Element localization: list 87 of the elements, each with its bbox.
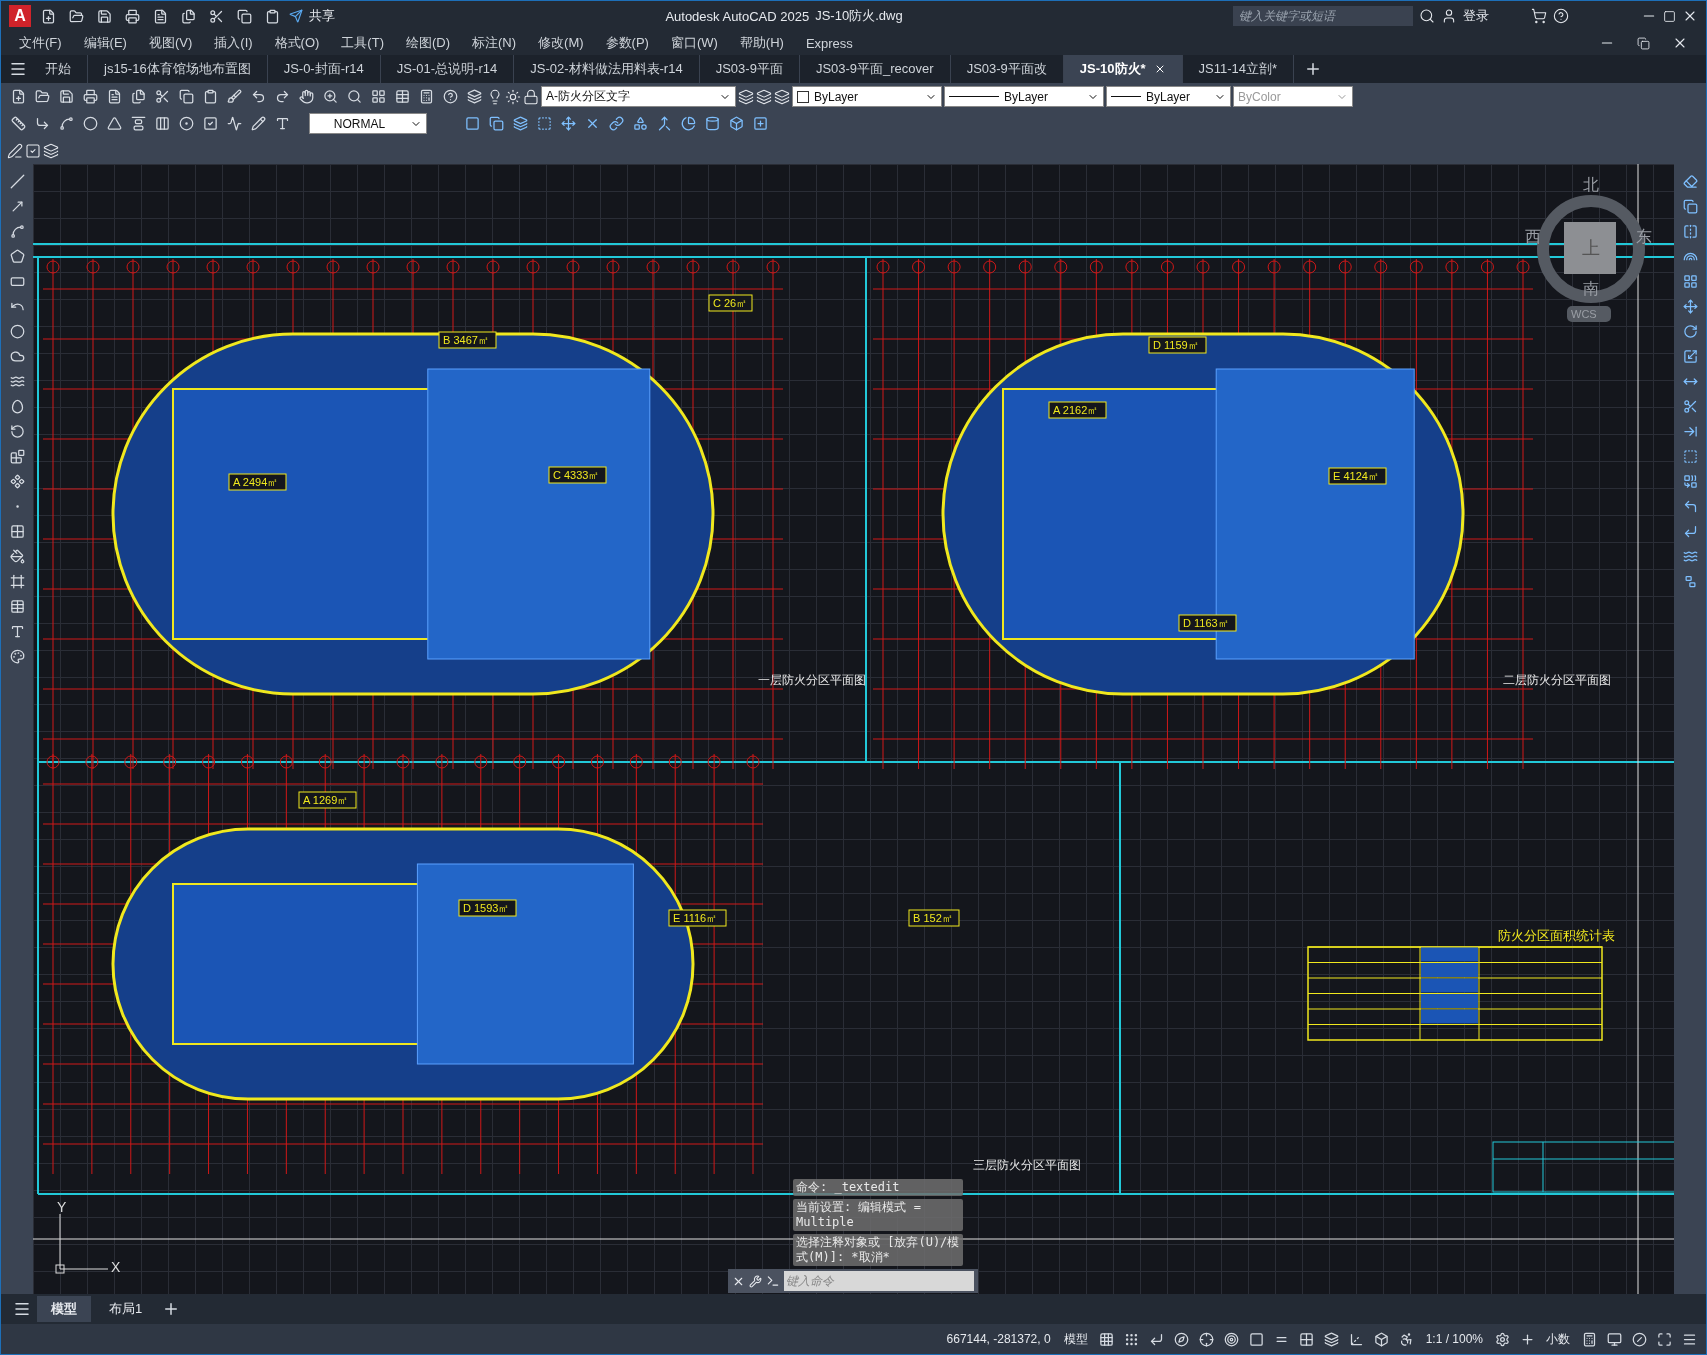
lock-icon[interactable] xyxy=(523,88,539,105)
ucs-axis-drawing xyxy=(55,1213,109,1274)
restore-icon[interactable] xyxy=(1637,36,1650,50)
axis-label: Y xyxy=(57,1199,67,1215)
area-label: B 152㎡ xyxy=(908,909,960,927)
compass-label: 上 xyxy=(1582,238,1600,258)
folder-icon xyxy=(68,8,84,24)
layout-tab[interactable]: 模型 xyxy=(37,1296,91,1322)
area-label: D 1159㎡ xyxy=(1148,336,1207,354)
sun-icon[interactable] xyxy=(505,88,521,105)
coordinates-readout: 667144, -281372, 0 xyxy=(945,1332,1052,1346)
cart-icon[interactable] xyxy=(1531,8,1547,24)
wrench-icon[interactable] xyxy=(749,1274,762,1288)
menu-icon xyxy=(9,60,27,78)
save-icon xyxy=(96,8,112,24)
user-icon[interactable] xyxy=(1441,8,1457,24)
terminal-icon[interactable] xyxy=(766,1274,780,1288)
area-label: A 2162㎡ xyxy=(1048,401,1107,419)
area-label: C 26㎡ xyxy=(708,294,753,312)
new-file-icon xyxy=(40,8,56,24)
lightbulb-icon[interactable] xyxy=(487,88,503,105)
menu-item[interactable]: 文件(F) xyxy=(19,34,62,52)
model-space-button[interactable]: 模型 xyxy=(1058,1330,1093,1348)
compass-label: 西 xyxy=(1525,228,1541,245)
search-field[interactable]: 键入关键字或短语 xyxy=(1233,6,1413,26)
file-name: JS-10防火.dwg xyxy=(815,7,903,25)
layout-tab[interactable]: 布局1 xyxy=(95,1296,157,1322)
menu-item[interactable]: Express xyxy=(805,35,853,51)
compass-label: 南 xyxy=(1583,280,1599,297)
annotation-scale[interactable]: 1:1 / 100% xyxy=(1420,1332,1488,1346)
area-label: D 1593㎡ xyxy=(458,899,517,917)
menu-item[interactable]: 工具(T) xyxy=(341,34,384,52)
pen-icon[interactable] xyxy=(7,142,23,159)
search-icon[interactable] xyxy=(1419,8,1435,24)
color-dropdown[interactable]: ByLayer xyxy=(792,86,942,107)
compass-label: 东 xyxy=(1636,228,1652,245)
menu-item[interactable]: 修改(M) xyxy=(538,34,584,52)
units-dropdown[interactable]: 小数 xyxy=(1541,1330,1575,1348)
check-icon[interactable] xyxy=(25,142,41,159)
share-link[interactable]: 共享 xyxy=(309,7,335,25)
axis-label: X xyxy=(111,1259,121,1275)
command-input[interactable]: 键入命令 xyxy=(784,1271,974,1291)
menu-item[interactable]: 参数(P) xyxy=(605,34,649,52)
wcs-button[interactable] xyxy=(1567,306,1611,322)
area-label: B 3467㎡ xyxy=(438,331,497,349)
files-icon xyxy=(180,8,196,24)
layer-state-icon[interactable] xyxy=(756,88,772,105)
lineweight-dropdown[interactable]: ByLayer xyxy=(1106,86,1231,107)
area-label: E 1116㎡ xyxy=(668,909,727,927)
printer-icon xyxy=(124,8,140,24)
menu-item[interactable]: 窗口(W) xyxy=(670,34,718,52)
document-tab[interactable]: JS-10防火* xyxy=(1063,55,1183,83)
cut-icon xyxy=(208,8,224,24)
compass-label: 北 xyxy=(1583,176,1599,193)
app-logo[interactable]: A xyxy=(9,5,31,27)
menu-item[interactable]: 编辑(E) xyxy=(83,34,127,52)
layer-match-icon[interactable] xyxy=(774,88,790,105)
table-title: 防火分区面积统计表 xyxy=(1498,928,1615,943)
text-style-dropdown[interactable]: NORMAL xyxy=(309,113,427,134)
area-label: A 1269㎡ xyxy=(298,791,357,809)
wcs-label: WCS xyxy=(1571,308,1597,320)
menu-item[interactable]: 标注(N) xyxy=(472,34,517,52)
layers-icon[interactable] xyxy=(738,88,754,105)
copy-icon xyxy=(236,8,252,24)
menu-item[interactable]: 格式(O) xyxy=(274,34,320,52)
area-label: A 2494㎡ xyxy=(228,473,287,491)
login-link[interactable]: 登录 xyxy=(1463,7,1489,25)
maximize-icon[interactable] xyxy=(1663,9,1676,23)
help-icon[interactable] xyxy=(1553,8,1569,24)
menu-icon xyxy=(13,1300,31,1318)
linetype-dropdown[interactable]: ByLayer xyxy=(944,86,1104,107)
plan-title: 一层防火分区平面图 xyxy=(758,673,866,687)
paste-icon xyxy=(264,8,280,24)
menu-item[interactable]: 插入(I) xyxy=(214,34,253,52)
area-label: C 4333㎡ xyxy=(548,466,607,484)
menu-item[interactable]: 帮助(H) xyxy=(739,34,784,52)
menu-item[interactable]: 视图(V) xyxy=(148,34,193,52)
window-title: Autodesk AutoCAD 2025 xyxy=(665,8,810,24)
plan-title: 二层防火分区平面图 xyxy=(1503,673,1611,687)
document-icon xyxy=(152,8,168,24)
area-label: D 1163㎡ xyxy=(1178,614,1237,632)
menu-item[interactable]: 绘图(D) xyxy=(405,34,450,52)
area-label: E 4124㎡ xyxy=(1328,467,1387,485)
layers-icon[interactable] xyxy=(43,142,59,159)
share-icon xyxy=(289,9,303,23)
plan-title: 三层防火分区平面图 xyxy=(973,1158,1081,1172)
layer-dropdown[interactable]: A-防火分区文字 xyxy=(541,86,736,107)
